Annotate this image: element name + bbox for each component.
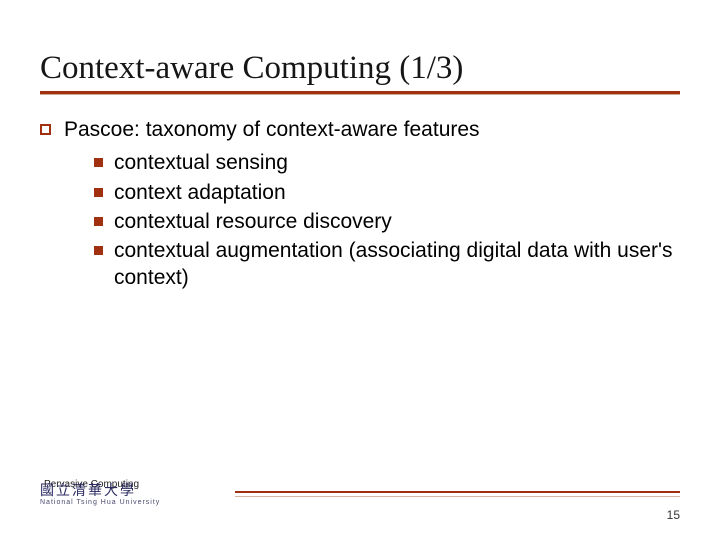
body: Pascoe: taxonomy of context-aware featur…: [40, 116, 680, 292]
university-logo: 國立清華大學 National Tsing Hua University: [40, 484, 160, 507]
slide: Context-aware Computing (1/3) Pascoe: ta…: [0, 0, 720, 540]
bullet-level1: Pascoe: taxonomy of context-aware featur…: [40, 116, 680, 292]
page-number: 15: [667, 508, 680, 522]
bullet-level2: context adaptation: [94, 179, 680, 206]
title-area: Context-aware Computing (1/3): [40, 50, 680, 102]
title-underline: [40, 91, 680, 96]
sub-point-text: contextual resource discovery: [114, 210, 392, 233]
footer-divider: [235, 491, 680, 497]
main-point-text: Pascoe: taxonomy of context-aware featur…: [64, 118, 480, 141]
slide-title: Context-aware Computing (1/3): [40, 50, 680, 87]
square-solid-icon: [94, 188, 103, 197]
square-solid-icon: [94, 158, 103, 167]
university-name-en: National Tsing Hua University: [40, 499, 160, 507]
square-outline-icon: [40, 124, 51, 135]
university-name-cn: 國立清華大學: [40, 484, 160, 499]
sub-list: contextual sensing context adaptation co…: [64, 149, 680, 291]
square-solid-icon: [94, 246, 103, 255]
footer: Pervasive Computing 國立清華大學 National Tsin…: [40, 478, 680, 518]
sub-point-text: context adaptation: [114, 181, 286, 204]
bullet-level2: contextual resource discovery: [94, 208, 680, 235]
sub-point-text: contextual sensing: [114, 151, 288, 174]
square-solid-icon: [94, 217, 103, 226]
bullet-level2: contextual sensing: [94, 149, 680, 176]
bullet-level2: contextual augmentation (associating dig…: [94, 237, 680, 292]
sub-point-text: contextual augmentation (associating dig…: [114, 239, 673, 289]
